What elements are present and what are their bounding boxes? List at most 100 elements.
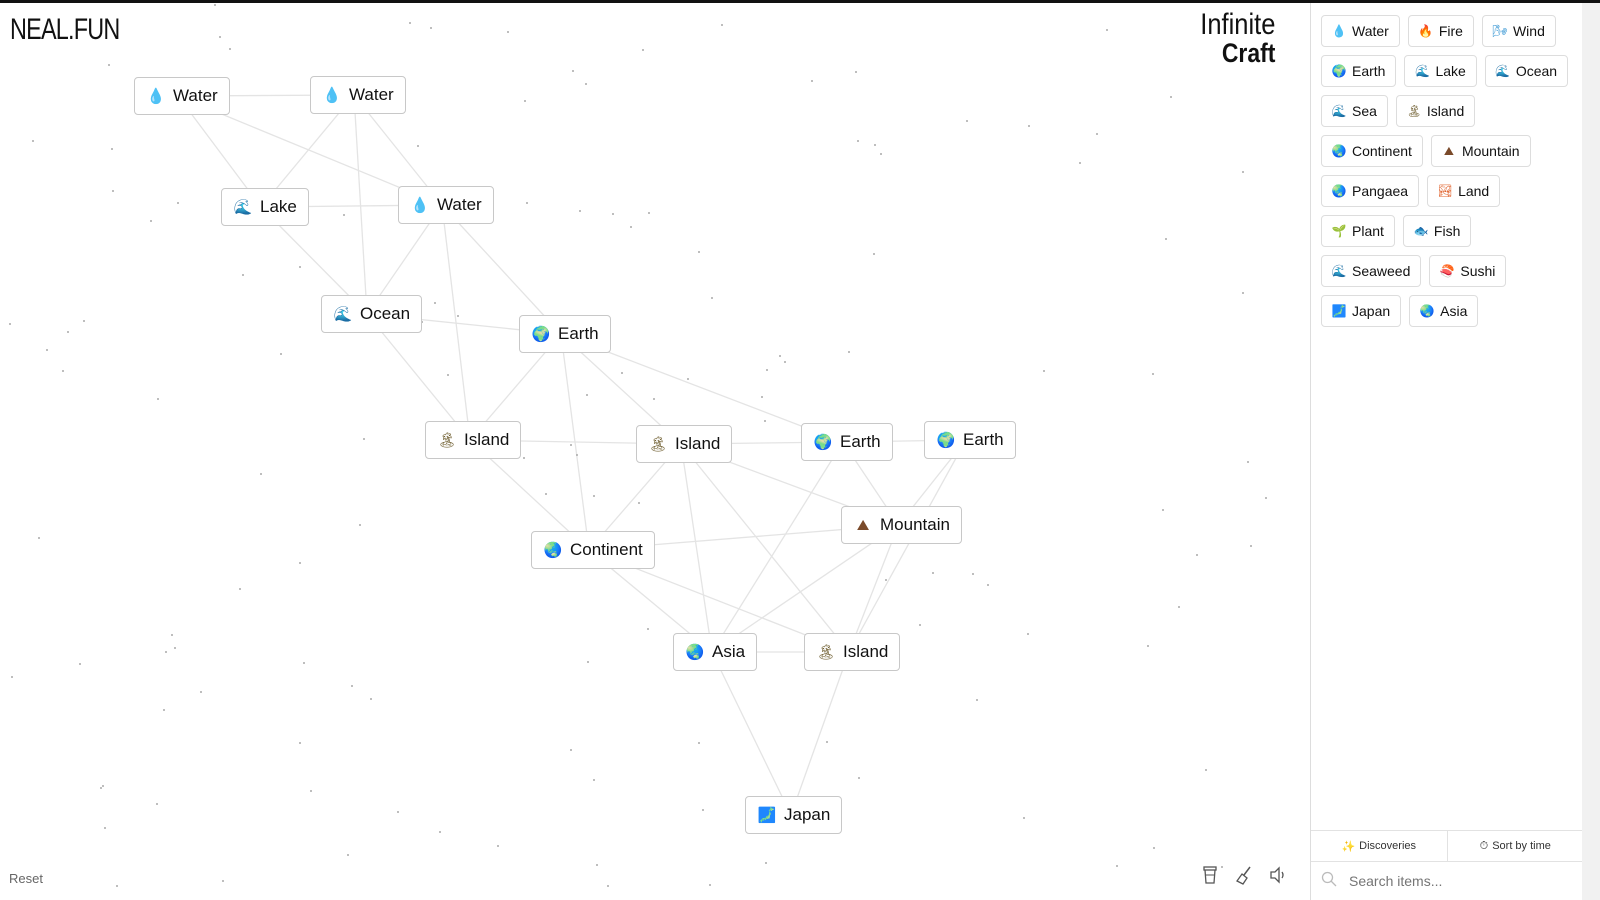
sidebar-item-continent[interactable]: 🌏 Continent: [1321, 135, 1423, 167]
star-dot: [1151, 372, 1154, 375]
sidebar-item-wind[interactable]: 🌬 Wind: [1481, 15, 1556, 47]
search-input[interactable]: [1347, 872, 1551, 890]
sidebar-item-fire[interactable]: 🔥 Fire: [1407, 15, 1474, 47]
palm-island-icon: 🏝: [816, 643, 836, 661]
wave-icon: 🌊: [333, 305, 353, 323]
sidebar-item-label: Asia: [1440, 303, 1468, 319]
water-drop-icon: 💧: [410, 196, 430, 214]
star-dot: [107, 63, 110, 66]
sidebar-item-label: Wind: [1512, 23, 1545, 39]
sidebar-item-mountain[interactable]: ⛰ Mountain: [1430, 135, 1531, 167]
star-dot: [1152, 846, 1155, 849]
star-dot: [932, 571, 935, 574]
seedling-icon: 🌱: [1331, 224, 1347, 238]
items-sidebar: 💧 Water 🔥 Fire 🌬 Wind 🌍 Earth 🌊 Lake 🌊 Ocean 🌊 Sea 🏝 Is…: [1310, 3, 1583, 900]
palm-island-icon: 🏝: [648, 435, 668, 453]
star-dot: [879, 153, 882, 156]
star-dot: [971, 572, 974, 575]
broom-icon[interactable]: [1234, 864, 1254, 886]
star-dot: [433, 301, 436, 304]
star-dot: [854, 71, 857, 74]
reset-button[interactable]: Reset: [9, 871, 43, 886]
sparkle-icon: ✨: [1341, 840, 1356, 853]
sidebar-item-water[interactable]: 💧 Water: [1321, 15, 1400, 47]
neal-fun-logo[interactable]: NEAL.FUN: [10, 13, 120, 47]
globe-icon: 🌏: [685, 643, 705, 661]
sidebar-item-island[interactable]: 🏝 Island: [1395, 95, 1476, 127]
element-label: Lake: [260, 197, 297, 216]
globe-icon: 🌏: [1331, 144, 1347, 158]
sidebar-item-label: Ocean: [1515, 63, 1558, 79]
element-node-japan[interactable]: 🗾 Japan: [745, 796, 843, 834]
sidebar-item-label: Earth: [1352, 63, 1386, 79]
element-label: Japan: [784, 805, 831, 824]
star-dot: [302, 661, 305, 664]
sidebar-item-japan[interactable]: 🗾 Japan: [1321, 295, 1402, 327]
sidebar-item-label: Plant: [1352, 223, 1384, 239]
items-list: 💧 Water 🔥 Fire 🌬 Wind 🌍 Earth 🌊 Lake 🌊 Ocean 🌊 Sea 🏝 Is…: [1311, 3, 1583, 327]
sort-by-time-button[interactable]: ⏱ Sort by time: [1448, 831, 1584, 861]
star-dot: [856, 140, 859, 143]
search-icon: [1321, 871, 1337, 892]
sidebar-item-sea[interactable]: 🌊 Sea: [1321, 95, 1388, 127]
star-dot: [298, 561, 301, 564]
scrollbar[interactable]: [1582, 3, 1600, 900]
element-node-earth[interactable]: 🌍 Earth: [519, 315, 611, 353]
water-drop-icon: 💧: [1331, 24, 1347, 38]
element-node-island[interactable]: 🏝 Island: [636, 425, 733, 463]
element-label: Mountain: [880, 515, 950, 534]
palm-island-icon: 🏝: [1406, 104, 1422, 118]
star-dot: [637, 502, 640, 505]
globe-icon: 🌍: [813, 433, 833, 451]
sidebar-item-pangaea[interactable]: 🌏 Pangaea: [1321, 175, 1420, 207]
star-dot: [764, 861, 767, 864]
sidebar-item-label: Land: [1458, 183, 1490, 199]
star-dot: [585, 393, 588, 396]
title-line-2: Craft: [1221, 38, 1275, 68]
star-dot: [1027, 124, 1030, 127]
star-dot: [686, 378, 689, 381]
star-dot: [778, 354, 781, 357]
element-node-island[interactable]: 🏝 Island: [804, 633, 901, 671]
element-node-continent[interactable]: 🌏 Continent: [531, 531, 655, 569]
element-label: Island: [464, 430, 510, 449]
cup-icon[interactable]: [1200, 864, 1220, 886]
speaker-icon[interactable]: [1268, 864, 1288, 886]
wind-icon: 🌬: [1492, 24, 1508, 38]
element-node-mountain[interactable]: ⛰ Mountain: [841, 506, 962, 544]
star-dot: [346, 854, 349, 857]
element-label: Earth: [963, 430, 1004, 449]
star-dot: [213, 3, 216, 6]
sidebar-item-label: Lake: [1435, 63, 1466, 79]
star-dot: [708, 884, 711, 887]
star-dot: [221, 880, 224, 883]
sidebar-item-label: Pangaea: [1352, 183, 1409, 199]
element-node-water[interactable]: 💧 Water: [134, 77, 230, 115]
element-label: Earth: [558, 324, 599, 343]
sidebar-item-lake[interactable]: 🌊 Lake: [1404, 55, 1477, 87]
sidebar-item-plant[interactable]: 🌱 Plant: [1321, 215, 1395, 247]
craft-canvas[interactable]: NEAL.FUN Infinite Craft 💧 Water 💧 Water 🌊 Lak…: [0, 3, 1310, 900]
sidebar-item-sushi[interactable]: 🍣 Sushi: [1429, 255, 1507, 287]
sidebar-item-seaweed[interactable]: 🌊 Seaweed: [1321, 255, 1422, 287]
canvas-tools: [1200, 864, 1288, 886]
sidebar-item-earth[interactable]: 🌍 Earth: [1321, 55, 1397, 87]
sidebar-item-ocean[interactable]: 🌊 Ocean: [1484, 55, 1569, 87]
element-node-water[interactable]: 💧 Water: [398, 186, 494, 224]
discoveries-button[interactable]: ✨ Discoveries: [1311, 831, 1448, 861]
element-node-water[interactable]: 💧 Water: [310, 76, 406, 114]
element-node-earth[interactable]: 🌍 Earth: [924, 421, 1016, 459]
element-node-asia[interactable]: 🌏 Asia: [673, 633, 758, 671]
star-dot: [986, 584, 989, 586]
element-node-ocean[interactable]: 🌊 Ocean: [321, 295, 423, 333]
star-dot: [45, 349, 48, 352]
fish-icon: 🐟: [1413, 224, 1429, 238]
landscape-icon: 🏞: [1437, 184, 1453, 198]
sidebar-item-fish[interactable]: 🐟 Fish: [1402, 215, 1472, 247]
sidebar-item-land[interactable]: 🏞 Land: [1427, 175, 1501, 207]
star-dot: [116, 884, 119, 887]
element-node-earth[interactable]: 🌍 Earth: [801, 423, 893, 461]
element-node-lake[interactable]: 🌊 Lake: [221, 188, 309, 226]
sidebar-item-asia[interactable]: 🌏 Asia: [1409, 295, 1479, 327]
element-node-island[interactable]: 🏝 Island: [425, 421, 522, 459]
